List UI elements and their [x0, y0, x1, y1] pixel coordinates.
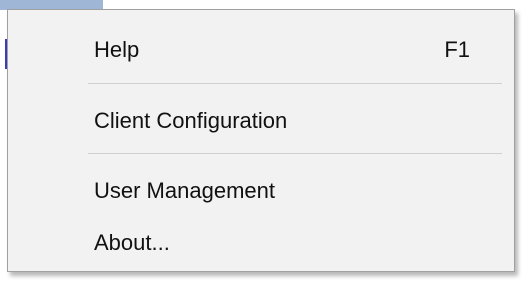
menu-separator [88, 153, 502, 154]
menu-item-client-configuration[interactable]: Client Configuration [8, 97, 514, 141]
menu-item-label: User Management [94, 178, 275, 203]
menu-item-user-management[interactable]: User Management [8, 167, 514, 211]
menu-item-help[interactable]: Help F1 [8, 26, 514, 70]
menu-item-about[interactable]: About... [8, 219, 514, 263]
menu-item-label: About... [94, 230, 170, 255]
screen: Help F1 Client Configuration User Manage… [0, 0, 527, 282]
menu-item-label: Help [94, 37, 140, 62]
menu-item-shortcut: F1 [444, 37, 470, 62]
menu-item-label: Client Configuration [94, 108, 288, 133]
context-menu: Help F1 Client Configuration User Manage… [7, 9, 515, 272]
menu-separator [88, 83, 502, 84]
